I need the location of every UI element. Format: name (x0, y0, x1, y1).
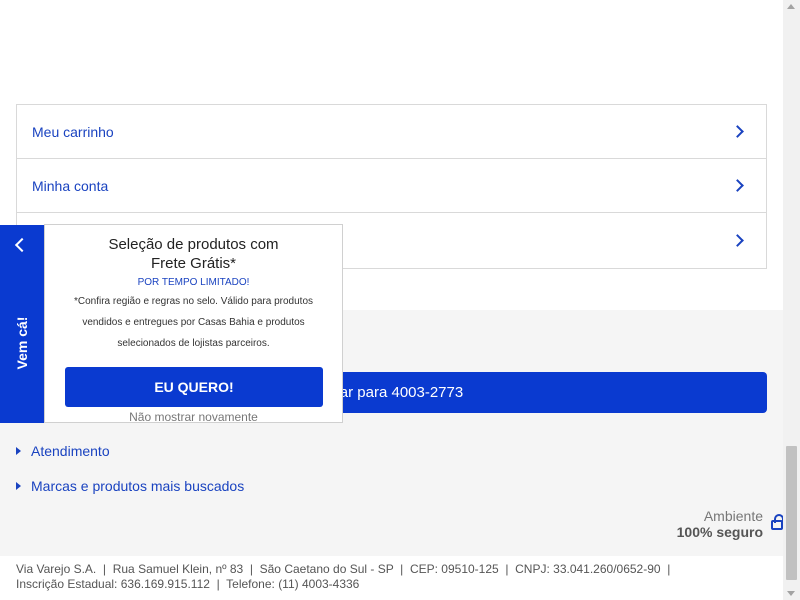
legal-line1: Via Varejo S.A. | Rua Samuel Klein, nº 8… (16, 562, 671, 576)
side-tab[interactable]: Vem cá! (0, 225, 44, 423)
nav-item-account[interactable]: Minha conta (17, 159, 766, 213)
promo-description: *Confira região e regras no selo. Válido… (45, 291, 342, 354)
promo-desc-line3: selecionados de lojistas parceiros. (117, 338, 270, 349)
nav-item-label: Minha conta (32, 177, 109, 194)
lock-icon (771, 514, 783, 530)
chevron-right-icon (731, 125, 744, 138)
promo-limited: POR TEMPO LIMITADO! (137, 277, 250, 288)
promo-dismiss-link[interactable]: Não mostrar novamente (45, 410, 342, 424)
promo-desc-line1: *Confira região e regras no selo. Válido… (73, 296, 314, 307)
legal-line2: Inscrição Estadual: 636.169.915.112 | Te… (16, 577, 360, 591)
scroll-down-icon[interactable] (787, 591, 795, 596)
triangle-right-icon (16, 482, 21, 490)
page: Meu carrinho Minha conta Ligar para 4003… (0, 0, 783, 600)
nav-item-cart[interactable]: Meu carrinho (17, 105, 766, 159)
secure-badge: Ambiente 100% seguro (676, 508, 783, 540)
chevron-right-icon (731, 179, 744, 192)
promo-cta-label: EU QUERO! (154, 379, 234, 395)
footer-link-atendimento[interactable]: Atendimento (16, 443, 110, 459)
promo-desc-line2: vendidos e entregues por Casas Bahia e p… (82, 317, 305, 328)
secure-line1: Ambiente (703, 508, 763, 524)
scrollbar-thumb[interactable] (786, 446, 797, 580)
footer-link-marcas[interactable]: Marcas e produtos mais buscados (16, 478, 244, 494)
chevron-left-icon[interactable] (14, 237, 30, 253)
promo-popup: Seleção de produtos com Frete Grátis* PO… (44, 224, 343, 424)
chevron-right-icon (731, 234, 744, 247)
nav-item-label: Meu carrinho (32, 123, 114, 140)
promo-title-line2: Frete Grátis* (150, 255, 237, 272)
promo-cta-button[interactable]: EU QUERO! (65, 367, 323, 407)
footer-link-label: Atendimento (31, 443, 110, 459)
side-tab-label: Vem cá! (14, 316, 30, 370)
triangle-right-icon (16, 447, 21, 455)
scroll-up-icon[interactable] (787, 4, 795, 9)
secure-line2: 100% seguro (676, 524, 763, 540)
promo-title: Seleção de produtos com Frete Grátis* (45, 235, 342, 273)
legal-info: Via Varejo S.A. | Rua Samuel Klein, nº 8… (16, 562, 776, 592)
footer-link-label: Marcas e produtos mais buscados (31, 478, 245, 494)
promo-title-line1: Seleção de produtos com (108, 236, 279, 253)
scrollbar[interactable] (783, 0, 800, 600)
